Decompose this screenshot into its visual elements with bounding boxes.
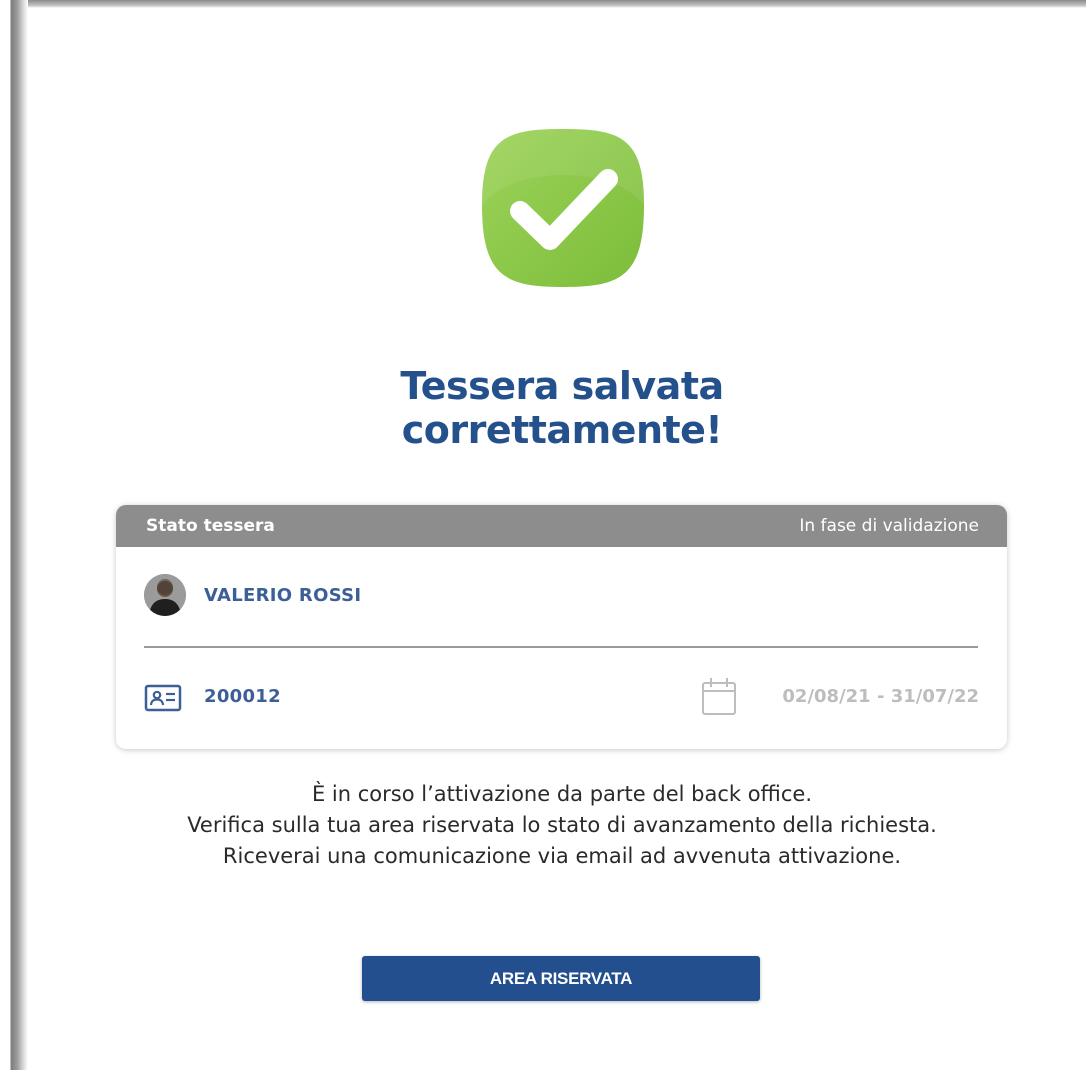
success-check-icon — [482, 129, 644, 287]
validity-period: 02/08/21 - 31/07/22 — [782, 686, 979, 707]
reserved-area-button[interactable]: AREA RISERVATA — [362, 956, 760, 1001]
card-status-header: Stato tessera In fase di validazione — [116, 505, 1007, 547]
page-title-line2: correttamente! — [401, 408, 723, 452]
info-message-line1: È in corso l’attivazione da parte del ba… — [311, 782, 812, 806]
info-message-line2: Verifica sulla tua area riservata lo sta… — [187, 813, 937, 837]
avatar-photo — [144, 574, 186, 616]
calendar-icon — [702, 678, 736, 715]
page-container: Tessera salvata correttamente! Stato tes… — [0, 0, 1086, 1070]
status-label: Stato tessera — [146, 516, 275, 536]
divider — [144, 646, 978, 648]
id-card-icon — [144, 684, 182, 712]
holder-name: VALERIO ROSSI — [204, 585, 362, 606]
info-message-line3: Riceverai una comunicazione via email ad… — [222, 844, 902, 868]
avatar — [144, 574, 186, 616]
card-number: 200012 — [204, 686, 281, 707]
status-value: In fase di validazione — [799, 516, 979, 536]
info-message: È in corso l’attivazione da parte del ba… — [62, 779, 1062, 872]
membership-card: Stato tessera In fase di validazione VAL… — [116, 505, 1007, 749]
page-title: Tessera salvata correttamente! — [262, 364, 862, 452]
page-title-line1: Tessera salvata — [400, 364, 724, 408]
